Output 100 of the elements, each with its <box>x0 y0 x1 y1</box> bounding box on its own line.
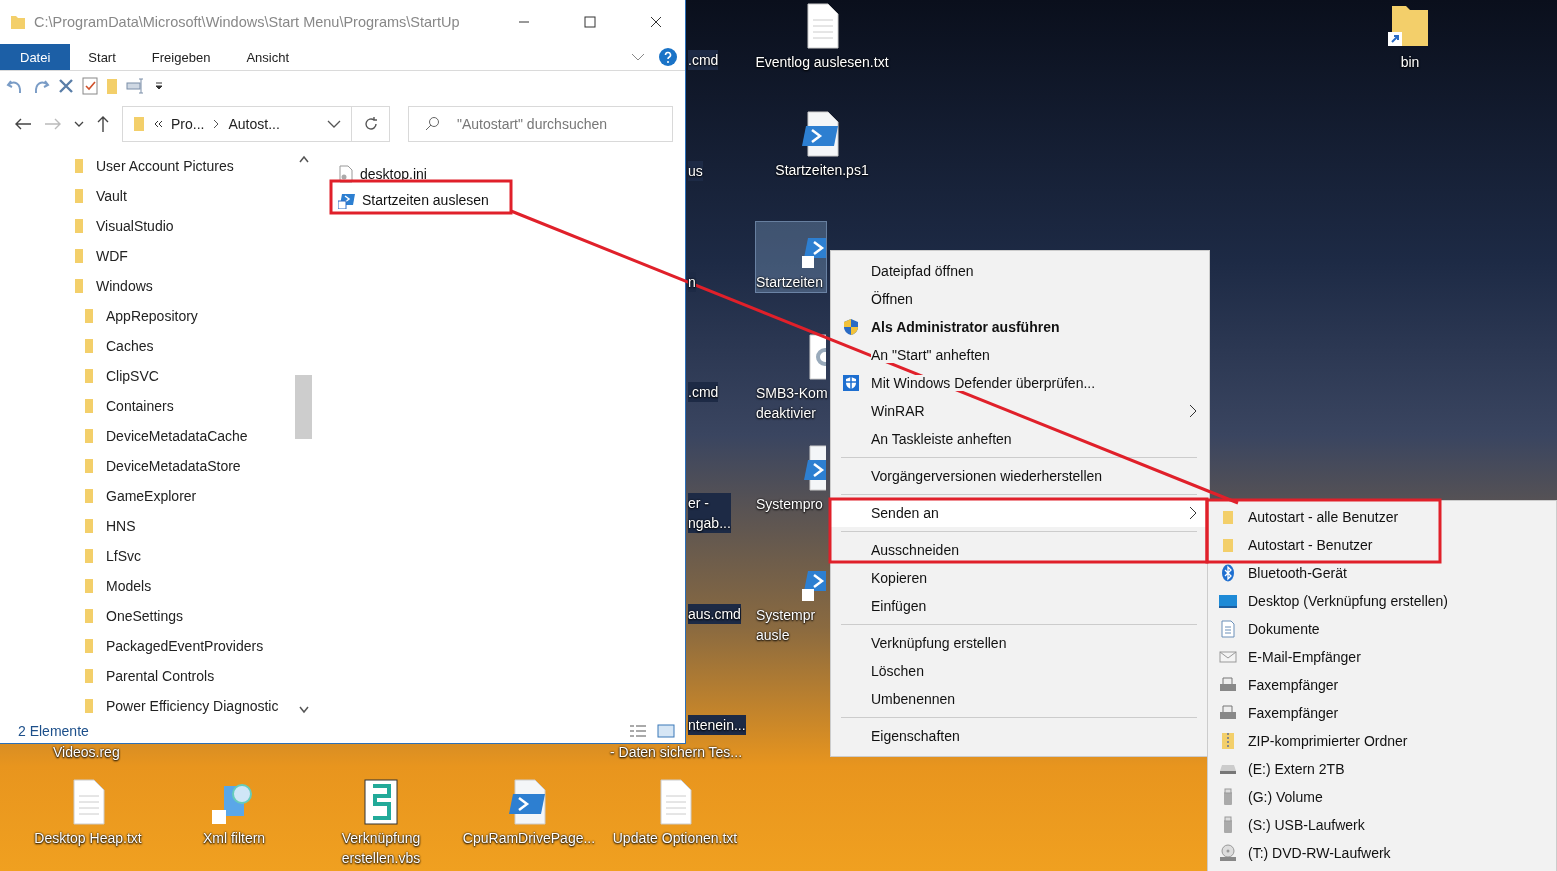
menu-item[interactable]: Autostart - alle Benutzer <box>1208 503 1556 531</box>
tree-item[interactable]: Vault <box>74 181 295 211</box>
tree-item[interactable]: Containers <box>74 391 295 421</box>
menu-item[interactable]: E-Mail-Empfänger <box>1208 643 1556 671</box>
tree-item[interactable]: Models <box>74 571 295 601</box>
tree-item[interactable]: HNS <box>74 511 295 541</box>
file-label: Systempr ausle <box>756 606 816 645</box>
monitor-icon <box>1218 594 1238 608</box>
tree-item[interactable]: OneSettings <box>74 601 295 631</box>
desktop-shortcut[interactable]: Systempr ausle <box>756 555 826 645</box>
file-label: Verknüpfung erstellen.vbs <box>341 829 421 868</box>
menu-item[interactable]: An Taskleiste anheften <box>831 425 1209 453</box>
menu-item[interactable]: Kopieren <box>831 564 1209 592</box>
dropdown-icon[interactable] <box>154 81 164 91</box>
tree-item[interactable]: Parental Controls <box>74 661 295 691</box>
menu-item[interactable]: Löschen <box>831 657 1209 685</box>
ribbon-tab[interactable]: Start <box>70 44 134 70</box>
menu-item[interactable]: Verknüpfung erstellen <box>831 629 1209 657</box>
menu-item[interactable]: Autostart - Benutzer <box>1208 531 1556 559</box>
menu-item[interactable]: Öffnen <box>831 285 1209 313</box>
menu-item[interactable]: An "Start" anheften <box>831 341 1209 369</box>
menu-item[interactable]: Senden an <box>831 499 1209 527</box>
file-item[interactable]: Startzeiten auslesen <box>338 187 685 213</box>
file-label[interactable]: er - ngab... <box>688 493 731 533</box>
properties-icon[interactable] <box>82 77 98 95</box>
menu-item[interactable]: WinRAR <box>831 397 1209 425</box>
tree-item[interactable]: Caches <box>74 331 295 361</box>
large-icons-view-icon[interactable] <box>657 723 675 738</box>
desktop-shortcut[interactable]: Eventlog auslesen.txt <box>747 2 897 72</box>
tree-item[interactable]: DeviceMetadataStore <box>74 451 295 481</box>
scrollbar-thumb[interactable] <box>295 375 312 439</box>
menu-item[interactable]: Dokumente <box>1208 615 1556 643</box>
tree-item[interactable]: DeviceMetadataCache <box>74 421 295 451</box>
file-item[interactable]: desktop.ini <box>338 161 685 187</box>
refresh-button[interactable] <box>352 106 390 142</box>
menu-item[interactable]: Als Administrator ausführen <box>831 313 1209 341</box>
folder-icon <box>84 518 94 534</box>
search-field[interactable]: "Autostart" durchsuchen <box>408 106 673 142</box>
scroll-up-icon[interactable] <box>298 155 309 163</box>
file-label: Startzeiten <box>756 273 823 292</box>
tree-item[interactable]: WDF <box>74 241 295 271</box>
menu-item[interactable]: Dateipfad öffnen <box>831 257 1209 285</box>
menu-item[interactable]: Vorgängerversionen wiederherstellen <box>831 462 1209 490</box>
folder-icon <box>84 428 94 444</box>
ribbon-tab[interactable]: Freigeben <box>133 44 229 70</box>
menu-item[interactable]: (T:) DVD-RW-Laufwerk <box>1208 839 1556 867</box>
ribbon-tab[interactable]: Datei <box>0 44 71 70</box>
tree-item[interactable]: ClipSVC <box>74 361 295 391</box>
delete-icon[interactable] <box>58 78 74 94</box>
tree-item[interactable]: AppRepository <box>74 301 295 331</box>
menu-item[interactable]: Bluetooth-Gerät <box>1208 559 1556 587</box>
ribbon-tab[interactable]: Ansicht <box>228 44 307 70</box>
folder-icon <box>84 608 94 624</box>
folder-icon <box>1221 537 1235 553</box>
file-label[interactable]: .cmd <box>688 50 719 70</box>
menu-item[interactable]: (G:) Volume <box>1208 783 1556 811</box>
tree-item[interactable]: User Account Pictures <box>74 151 295 181</box>
folder-icon <box>84 368 94 384</box>
menu-item[interactable]: Faxempfänger <box>1208 671 1556 699</box>
tree-item[interactable]: Power Efficiency Diagnostic <box>74 691 295 718</box>
up-arrow-icon[interactable] <box>96 115 110 133</box>
rename-icon[interactable] <box>126 77 146 95</box>
file-label[interactable]: us <box>688 161 703 181</box>
desktop-shortcut[interactable]: Startzeiten <box>756 222 826 292</box>
menu-item[interactable]: Desktop (Verknüpfung erstellen) <box>1208 587 1556 615</box>
disc-drive-icon <box>1219 844 1237 862</box>
desktop-shortcut[interactable]: Startzeiten.ps1 <box>747 110 897 180</box>
menu-item[interactable]: Faxempfänger <box>1208 699 1556 727</box>
tree-item[interactable]: GameExplorer <box>74 481 295 511</box>
tree-item[interactable]: PackagedEventProviders <box>74 631 295 661</box>
back-arrow-icon[interactable] <box>14 117 32 131</box>
document-icon <box>1221 620 1235 638</box>
menu-item[interactable]: ZIP-komprimierter Ordner <box>1208 727 1556 755</box>
tree-item[interactable]: LfSvc <box>74 541 295 571</box>
folder-icon <box>84 578 94 594</box>
file-label[interactable]: ntenein... <box>688 715 746 735</box>
desktop-shortcut[interactable]: SMB3-Kom deaktivier <box>756 333 828 423</box>
menu-item[interactable]: Umbenennen <box>831 685 1209 713</box>
menu-item[interactable]: Ausschneiden <box>831 536 1209 564</box>
menu-item[interactable]: (E:) Extern 2TB <box>1208 755 1556 783</box>
breadcrumb-item[interactable]: Autost... <box>228 116 280 132</box>
menu-item[interactable]: Eigenschaften <box>831 722 1209 750</box>
help-icon[interactable] <box>659 48 677 66</box>
menu-item[interactable]: (S:) USB-Laufwerk <box>1208 811 1556 839</box>
scroll-down-icon[interactable] <box>298 706 309 714</box>
desktop-shortcut[interactable]: bin <box>1335 2 1485 72</box>
forward-arrow-icon[interactable] <box>44 117 62 131</box>
breadcrumb-item[interactable]: Pro... <box>171 116 205 132</box>
file-label[interactable]: .cmd <box>688 382 719 402</box>
tree-item[interactable]: VisualStudio <box>74 211 295 241</box>
tree-item[interactable]: Windows <box>74 271 295 301</box>
folder-icon <box>84 488 94 504</box>
folder-icon <box>84 668 94 684</box>
chevron-down-icon[interactable] <box>327 119 341 129</box>
menu-item[interactable]: Einfügen <box>831 592 1209 620</box>
chevron-down-icon[interactable] <box>74 120 84 128</box>
details-view-icon[interactable] <box>629 723 647 738</box>
file-label[interactable]: aus.cmd <box>688 604 741 624</box>
address-bar[interactable]: Pro... Autost... <box>122 106 352 142</box>
menu-item[interactable]: Mit Windows Defender überprüfen... <box>831 369 1209 397</box>
